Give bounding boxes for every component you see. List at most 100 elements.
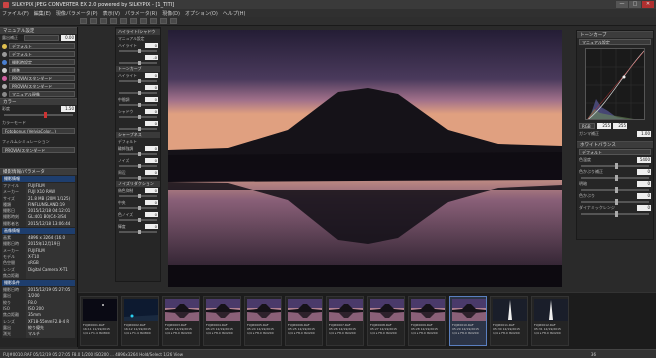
adjustment-slider[interactable] <box>119 206 157 210</box>
adjustment-value[interactable]: 0 <box>145 200 158 205</box>
wb-select[interactable]: デフォルト <box>9 43 75 49</box>
adjustment-slider[interactable] <box>119 103 157 107</box>
wb-slider[interactable] <box>581 199 649 205</box>
rotate-right-icon[interactable] <box>120 18 127 24</box>
wb-slider-value[interactable]: 0 <box>637 181 651 187</box>
saturation-slider-knob[interactable] <box>44 112 47 118</box>
menu-view[interactable]: 表示(V) <box>103 10 120 17</box>
save-icon[interactable] <box>90 18 97 24</box>
wb-slider-knob[interactable] <box>615 163 618 169</box>
tone-curve-graph[interactable] <box>585 48 645 120</box>
film-sim-select[interactable]: PROVIA/スタンダード <box>2 147 75 153</box>
out-value[interactable]: 255 <box>613 123 627 129</box>
wb-preset-select[interactable]: デフォルト <box>579 149 651 155</box>
settings-icon[interactable] <box>170 18 177 24</box>
menu-parameter[interactable]: パラメータ(R) <box>125 10 157 17</box>
wb-slider[interactable] <box>581 175 649 181</box>
adjustment-slider[interactable] <box>119 49 157 53</box>
filmstrip-thumbnail[interactable]: FUJ#0007.RAF 05:26 12/19/2015 1/4 s F8.0 I… <box>326 296 364 346</box>
adjustment-value[interactable]: 0 <box>145 212 158 217</box>
menu-develop[interactable]: 現像(D) <box>162 10 180 17</box>
wb-slider-value[interactable]: 0 <box>637 193 651 199</box>
filmstrip-thumbnail[interactable]: FUJ#0001.RAF 16:11 11/19/2015 1/4 s F1.4 I… <box>80 296 118 346</box>
adjustment-slider-knob[interactable] <box>138 91 141 95</box>
adjustment-value[interactable]: 0 <box>145 43 158 48</box>
rotate-left-icon[interactable] <box>110 18 117 24</box>
filmstrip-thumbnail[interactable]: FUJ#0003.RAF 05:22 12/19/2015 1/4 s F8.0 I… <box>162 296 200 346</box>
grid-icon[interactable] <box>160 18 167 24</box>
adjustment-value[interactable]: 0 <box>145 170 158 175</box>
menu-options[interactable]: オプション(O) <box>185 10 218 17</box>
menu-help[interactable]: ヘルプ(H) <box>223 10 246 17</box>
wb-slider[interactable] <box>581 163 649 169</box>
adjustment-slider-knob[interactable] <box>138 194 141 198</box>
adjustment-slider-knob[interactable] <box>138 49 141 53</box>
adjustment-value[interactable]: 0 <box>145 109 158 114</box>
adjustment-slider-knob[interactable] <box>138 164 141 168</box>
adjustment-slider[interactable] <box>119 127 157 131</box>
color-select[interactable]: 撮影時設定 <box>9 59 75 65</box>
filmstrip-thumbnail[interactable]: FUJ#0011.RAF 05:30 12/19/2015 1/4 s F8.0 I… <box>490 296 528 346</box>
saturation-slider[interactable] <box>4 112 73 118</box>
wb-slider-value[interactable]: 0 <box>637 205 651 211</box>
film-select[interactable]: PROVIA/スタンダード <box>9 75 75 81</box>
filmstrip-thumbnail[interactable]: FUJ#0012.RAF 05:31 12/19/2015 1/4 s F8.0 I… <box>531 296 569 346</box>
adjustment-slider-knob[interactable] <box>138 115 141 119</box>
color-mode-select[interactable]: Fotobonus (VelviaColor...) <box>2 128 75 134</box>
adjustment-value[interactable]: 0 <box>145 224 158 229</box>
filmstrip-thumbnail[interactable]: FUJ#0005.RAF 05:24 12/19/2015 1/4 s F8.0 I… <box>244 296 282 346</box>
image-preview[interactable] <box>168 30 562 287</box>
wb-slider-knob[interactable] <box>615 199 618 205</box>
develop-icon[interactable] <box>100 18 107 24</box>
wb-slider[interactable] <box>581 211 649 217</box>
wb-slider-value[interactable]: 0 <box>637 169 651 175</box>
adjustment-value[interactable]: 0 <box>145 146 158 151</box>
noise-select[interactable]: PROVIA/スタンダード <box>9 83 75 89</box>
adjustment-slider[interactable] <box>119 194 157 198</box>
adjustment-value[interactable]: 0 <box>145 85 158 90</box>
adjustment-slider[interactable] <box>119 164 157 168</box>
adjustment-slider-knob[interactable] <box>138 152 141 156</box>
exposure-value[interactable]: 0.00 <box>61 35 75 41</box>
wb-slider-knob[interactable] <box>615 175 618 181</box>
tone-select[interactable]: デフォルト <box>9 51 75 57</box>
adjustment-value[interactable]: 0 <box>145 121 158 126</box>
wb-slider-value[interactable]: 5400 <box>637 157 651 163</box>
adjustment-slider-knob[interactable] <box>138 103 141 107</box>
adjustment-slider-knob[interactable] <box>138 127 141 131</box>
wb-slider-knob[interactable] <box>615 211 618 217</box>
sharpness-select[interactable]: 標準 <box>9 67 75 73</box>
adjustment-slider-knob[interactable] <box>138 79 141 83</box>
adjustment-value[interactable]: 0 <box>145 97 158 102</box>
adjustment-slider-knob[interactable] <box>138 61 141 65</box>
open-icon[interactable] <box>80 18 87 24</box>
minimize-button[interactable]: — <box>616 1 628 8</box>
adjustment-slider-knob[interactable] <box>138 176 141 180</box>
adjustment-slider-knob[interactable] <box>138 206 141 210</box>
adjustment-value[interactable]: 0 <box>145 158 158 163</box>
filmstrip-thumbnail[interactable]: FUJ#0006.RAF 05:25 12/19/2015 1/4 s F8.0 I… <box>285 296 323 346</box>
menu-file[interactable]: ファイル(F) <box>2 10 29 17</box>
in-value[interactable]: 255 <box>597 123 611 129</box>
filmstrip-thumbnail[interactable]: FUJ#0008.RAF 05:27 12/19/2015 1/4 s F8.0 I… <box>367 296 405 346</box>
filmstrip-thumbnail[interactable]: FUJ#0004.RAF 05:23 12/19/2015 1/4 s F8.0 I… <box>203 296 241 346</box>
menu-edit[interactable]: 編集(E) <box>34 10 51 17</box>
adjustment-slider[interactable] <box>119 91 157 95</box>
compare-icon[interactable] <box>150 18 157 24</box>
tone-curve-preset-select[interactable]: マニュアル設定 <box>579 39 651 45</box>
channel-select[interactable]: RGB <box>579 123 595 129</box>
adjustment-value[interactable]: -0 <box>145 55 158 60</box>
wb-slider-knob[interactable] <box>615 187 618 193</box>
exposure-select[interactable] <box>24 35 59 41</box>
adjustment-slider[interactable] <box>119 176 157 180</box>
adjustment-slider-knob[interactable] <box>138 218 141 222</box>
filmstrip-thumbnail[interactable]: FUJ#0002.RAF 16:12 11/19/2015 1/4 s F1.4 I… <box>121 296 159 346</box>
adjustment-slider[interactable] <box>119 152 157 156</box>
adjustment-value[interactable]: 0 <box>145 188 158 193</box>
develop-select[interactable]: マニュアル現像 <box>9 91 75 97</box>
adjustment-slider-knob[interactable] <box>138 230 141 234</box>
wb-slider[interactable] <box>581 187 649 193</box>
adjustment-slider[interactable] <box>119 230 157 234</box>
zoom-icon[interactable] <box>130 18 137 24</box>
menu-params[interactable]: 現像パラメータ(P) <box>56 10 98 17</box>
